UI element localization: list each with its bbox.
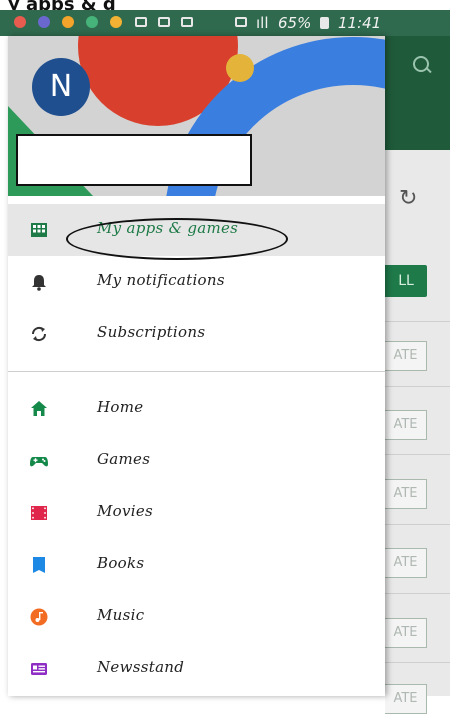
- battery-percent: 65%: [278, 14, 312, 32]
- update-all-button[interactable]: LL: [385, 265, 427, 297]
- gamepad-icon: [30, 457, 48, 467]
- menu-item-label: Movies: [97, 502, 154, 520]
- notification-icon: [14, 16, 26, 28]
- menu-item-label: Books: [97, 554, 145, 572]
- background-toolbar: [385, 36, 450, 150]
- menu-item-label: Subscriptions: [97, 323, 206, 341]
- image-icon: [135, 17, 147, 27]
- sim-icon: [235, 17, 247, 27]
- refresh-icon[interactable]: ↻: [399, 186, 417, 211]
- apps-icon: [31, 223, 47, 237]
- bell-icon: [32, 275, 46, 291]
- menu-item-books[interactable]: Books: [8, 539, 385, 591]
- account-name-box[interactable]: [16, 134, 252, 186]
- divider: [385, 524, 450, 525]
- signal-icon: ıll: [256, 14, 269, 32]
- menu-divider: [8, 371, 385, 372]
- menu-item-label: Games: [97, 450, 151, 468]
- drawer-header: N: [8, 36, 385, 196]
- menu-item-subscriptions[interactable]: Subscriptions: [8, 308, 385, 360]
- home-icon: [31, 401, 47, 416]
- update-button[interactable]: ATE: [385, 479, 427, 509]
- divider: [385, 454, 450, 455]
- notification-icon: [110, 16, 122, 28]
- menu-item-label: My apps & games: [97, 219, 239, 237]
- notification-icon: [62, 16, 74, 28]
- notification-icon: [86, 16, 98, 28]
- update-button[interactable]: ATE: [385, 684, 427, 714]
- menu-item-my-apps[interactable]: My apps & games: [8, 204, 385, 256]
- navigation-drawer: N My apps & games My notifications Subsc…: [8, 36, 385, 696]
- menu-item-label: Music: [97, 606, 145, 624]
- book-icon: [33, 557, 45, 573]
- menu-item-games[interactable]: Games: [8, 435, 385, 487]
- divider: [385, 662, 450, 663]
- divider: [385, 386, 450, 387]
- clock: 11:41: [338, 14, 382, 32]
- divider: [385, 593, 450, 594]
- menu-item-home[interactable]: Home: [8, 383, 385, 435]
- menu-item-movies[interactable]: Movies: [8, 487, 385, 539]
- menu-item-label: My notifications: [97, 271, 225, 289]
- film-icon: [31, 506, 47, 520]
- menu-item-label: Home: [97, 398, 144, 416]
- menu-item-music[interactable]: Music: [8, 591, 385, 643]
- update-button[interactable]: ATE: [385, 618, 427, 648]
- divider: [385, 321, 450, 322]
- newsstand-icon: [31, 663, 47, 675]
- background-screen: ↻ LL ATE ATE ATE ATE ATE ATE: [385, 36, 450, 714]
- update-button[interactable]: ATE: [385, 548, 427, 578]
- refresh-icon: [31, 326, 47, 342]
- update-button[interactable]: ATE: [385, 410, 427, 440]
- update-button[interactable]: ATE: [385, 341, 427, 371]
- menu-item-my-notifications[interactable]: My notifications: [8, 256, 385, 308]
- mute-icon: [181, 17, 193, 27]
- menu-item-label: Newsstand: [97, 658, 185, 676]
- menu-item-newsstand[interactable]: Newsstand: [8, 643, 385, 695]
- avatar[interactable]: N: [32, 58, 90, 116]
- screen-icon: [158, 17, 170, 27]
- search-icon[interactable]: [413, 56, 429, 72]
- status-bar: ıll 65% 11:41: [0, 10, 450, 36]
- messenger-icon: [38, 16, 50, 28]
- music-icon: [30, 608, 48, 626]
- battery-icon: [320, 17, 329, 29]
